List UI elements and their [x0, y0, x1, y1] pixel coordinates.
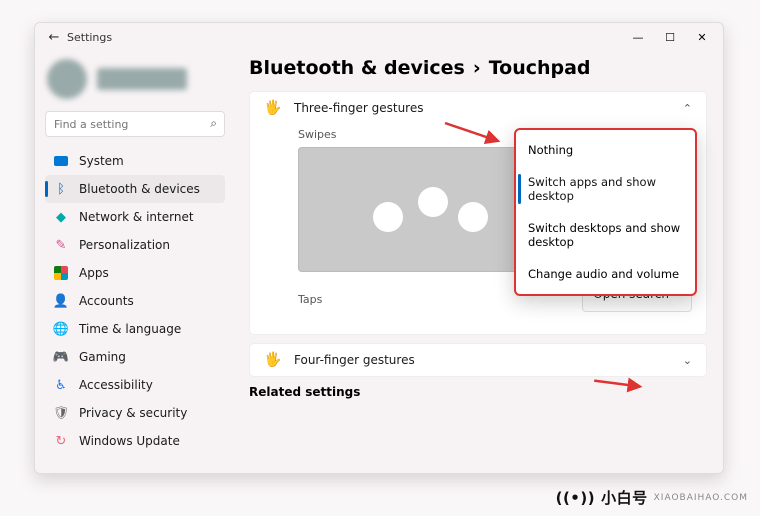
app-title: Settings: [67, 31, 623, 44]
breadcrumb-current: Touchpad: [489, 57, 591, 79]
four-finger-card[interactable]: 🖐 Four-finger gestures ⌄: [249, 343, 707, 377]
sidebar-item-game[interactable]: 🎮 Gaming: [45, 343, 225, 371]
minimize-button[interactable]: —: [623, 26, 653, 48]
breadcrumb-parent[interactable]: Bluetooth & devices: [249, 57, 465, 79]
taps-label: Taps: [298, 293, 322, 306]
upd-icon: ↻: [53, 433, 69, 449]
sidebar-item-a11y[interactable]: ♿ Accessibility: [45, 371, 225, 399]
avatar: [47, 59, 87, 99]
close-button[interactable]: ✕: [687, 26, 717, 48]
game-icon: 🎮: [53, 349, 69, 365]
sidebar-item-system[interactable]: System: [45, 147, 225, 175]
sidebar-item-pers[interactable]: ✎ Personalization: [45, 231, 225, 259]
sidebar-item-priv[interactable]: 🛡 Privacy & security: [45, 399, 225, 427]
net-icon: ◆: [53, 209, 69, 225]
sidebar: ⌕ System ᛒ Bluetooth & devices ◆ Network & i…: [35, 51, 235, 473]
collapse-chevron-icon[interactable]: ⌃: [683, 102, 692, 115]
settings-window: ← Settings — ☐ ✕ ⌕ System ᛒ Bluetooth & de…: [34, 22, 724, 474]
sidebar-item-bt[interactable]: ᛒ Bluetooth & devices: [45, 175, 225, 203]
sidebar-item-label: Personalization: [79, 238, 170, 252]
acc-icon: 👤: [53, 293, 69, 309]
sidebar-item-label: Accessibility: [79, 378, 153, 392]
priv-icon: 🛡: [53, 405, 69, 421]
sidebar-item-net[interactable]: ◆ Network & internet: [45, 203, 225, 231]
sidebar-item-upd[interactable]: ↻ Windows Update: [45, 427, 225, 455]
back-button[interactable]: ←: [41, 30, 67, 45]
dropdown-option[interactable]: Nothing: [516, 134, 695, 166]
sidebar-item-apps[interactable]: Apps: [45, 259, 225, 287]
profile-name: [97, 68, 187, 90]
chevron-right-icon: ›: [473, 57, 481, 79]
search-icon: ⌕: [210, 116, 217, 131]
window-controls: — ☐ ✕: [623, 26, 717, 48]
swipes-dropdown-menu[interactable]: NothingSwitch apps and show desktopSwitc…: [514, 128, 697, 296]
sidebar-item-label: System: [79, 154, 124, 168]
breadcrumb: Bluetooth & devices › Touchpad: [249, 57, 707, 79]
watermark: ((•)) 小白号 XIAOBAIHAO.COM: [556, 487, 748, 508]
bt-icon: ᛒ: [53, 181, 69, 197]
dropdown-option[interactable]: Switch desktops and show desktop: [516, 212, 695, 258]
sidebar-item-label: Bluetooth & devices: [79, 182, 200, 196]
sidebar-item-label: Windows Update: [79, 434, 180, 448]
titlebar: ← Settings — ☐ ✕: [35, 23, 723, 51]
broadcast-icon: ((•)): [556, 489, 596, 507]
sidebar-item-label: Privacy & security: [79, 406, 187, 420]
a11y-icon: ♿: [53, 377, 69, 393]
sidebar-item-label: Accounts: [79, 294, 134, 308]
search-input[interactable]: [45, 111, 225, 137]
profile-block[interactable]: [47, 59, 225, 99]
pers-icon: ✎: [53, 237, 69, 253]
dropdown-option[interactable]: Change audio and volume: [516, 258, 695, 290]
sidebar-item-time[interactable]: 🌐 Time & language: [45, 315, 225, 343]
time-icon: 🌐: [53, 321, 69, 337]
hand-icon: 🖐: [264, 352, 282, 368]
sidebar-item-label: Network & internet: [79, 210, 194, 224]
sidebar-item-label: Gaming: [79, 350, 126, 364]
card-title: Four-finger gestures: [294, 353, 671, 367]
card-title: Three-finger gestures: [294, 101, 671, 115]
maximize-button[interactable]: ☐: [655, 26, 685, 48]
dropdown-option[interactable]: Switch apps and show desktop: [516, 166, 695, 212]
expand-chevron-icon[interactable]: ⌄: [683, 354, 692, 367]
system-icon: [53, 153, 69, 169]
sidebar-item-acc[interactable]: 👤 Accounts: [45, 287, 225, 315]
hand-icon: 🖐: [264, 100, 282, 116]
apps-icon: [53, 265, 69, 281]
sidebar-item-label: Time & language: [79, 322, 181, 336]
sidebar-item-label: Apps: [79, 266, 109, 280]
search-box: ⌕: [45, 111, 225, 137]
related-settings-header: Related settings: [249, 385, 707, 399]
